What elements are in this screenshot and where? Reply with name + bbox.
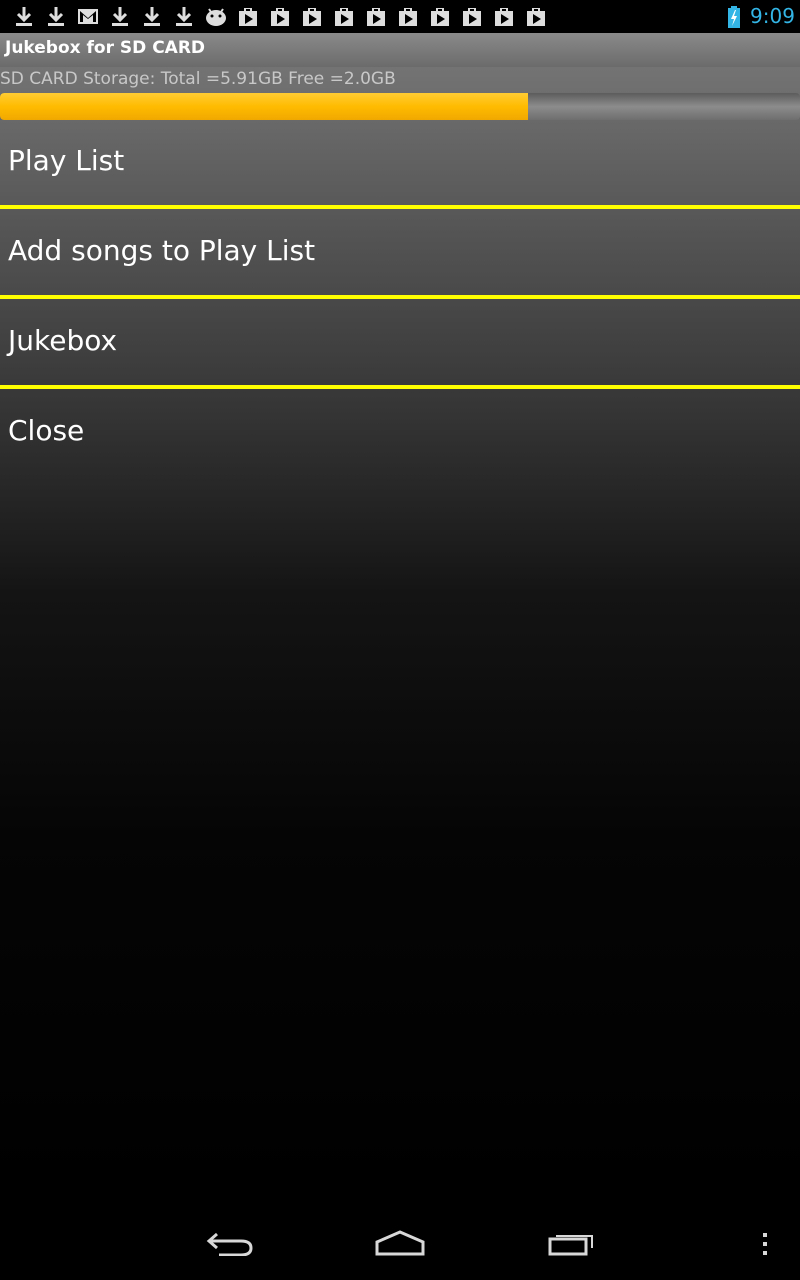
play-store-icon (461, 5, 483, 27)
menu-item-jukebox[interactable]: Jukebox (0, 300, 800, 386)
back-icon[interactable] (205, 1230, 255, 1256)
menu-divider (0, 385, 800, 389)
status-bar: 9:09 (0, 0, 800, 33)
gmail-icon (77, 5, 99, 27)
storage-progress-bar (0, 93, 800, 120)
menu-item-add-songs[interactable]: Add songs to Play List (0, 210, 800, 296)
play-store-icon (397, 5, 419, 27)
download-icon (45, 5, 67, 27)
download-icon (173, 5, 195, 27)
download-icon (141, 5, 163, 27)
title-bar: Jukebox for SD CARD (0, 33, 800, 67)
play-store-icon (525, 5, 547, 27)
menu-divider (0, 205, 800, 209)
menu-item-label: Add songs to Play List (8, 234, 316, 267)
storage-info-text: SD CARD Storage: Total =5.91GB Free =2.0… (0, 69, 396, 89)
play-store-icon (365, 5, 387, 27)
menu-item-label: Jukebox (8, 324, 118, 357)
app-title: Jukebox for SD CARD (5, 38, 206, 58)
status-clock: 9:09 (750, 4, 795, 28)
home-icon[interactable] (375, 1230, 425, 1256)
play-store-icon (493, 5, 515, 27)
android-icon (205, 5, 227, 27)
menu-item-label: Play List (8, 144, 125, 177)
storage-progress-fill (0, 93, 528, 120)
play-store-icon (429, 5, 451, 27)
navigation-bar (0, 1200, 800, 1280)
play-store-icon (237, 5, 259, 27)
overflow-menu-icon[interactable] (760, 1232, 770, 1258)
menu-item-label: Close (8, 414, 85, 447)
play-store-icon (301, 5, 323, 27)
play-store-icon (333, 5, 355, 27)
menu-item-play-list[interactable]: Play List (0, 120, 800, 206)
battery-charging-icon (728, 6, 740, 28)
menu-item-close[interactable]: Close (0, 390, 800, 476)
download-icon (109, 5, 131, 27)
menu-divider (0, 295, 800, 299)
download-icon (13, 5, 35, 27)
recent-apps-icon[interactable] (548, 1230, 596, 1256)
play-store-icon (269, 5, 291, 27)
